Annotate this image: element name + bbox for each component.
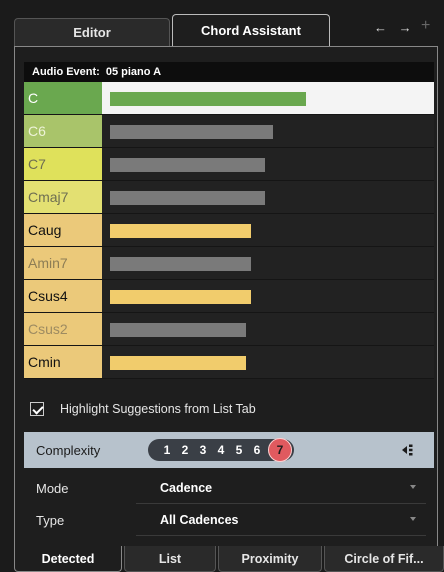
complexity-levels: 1234567 [148,438,294,462]
tab-editor[interactable]: Editor [14,18,170,46]
mode-label: Mode [36,480,69,496]
chord-strength-bar [110,290,251,304]
chord-strength-bar [110,158,265,172]
divider [136,535,426,536]
chord-bar-track[interactable] [102,148,434,180]
audio-event-header: Audio Event: 05 piano A [24,62,434,82]
chord-name[interactable]: C7 [24,148,102,180]
chord-name[interactable]: C6 [24,115,102,147]
chord-name[interactable]: Csus2 [24,313,102,345]
chord-strength-bar [110,191,265,205]
add-tab-icon[interactable]: + [421,17,430,35]
chord-strength-bar [110,323,246,337]
chord-row[interactable]: Cmaj7 [24,181,434,214]
bottom-tab-bar: Detected List Proximity Circle of Fif... [14,546,444,572]
tab-proximity[interactable]: Proximity [218,546,322,572]
nav-arrows-icon[interactable]: ← → [374,20,416,35]
chord-bar-track[interactable] [102,115,434,147]
audio-event-label: Audio Event: [32,66,100,78]
highlight-suggestions-option[interactable]: Highlight Suggestions from List Tab [30,402,256,416]
chord-strength-bar [110,125,273,139]
chord-bar-track[interactable] [102,313,434,345]
highlight-suggestions-checkbox[interactable] [30,402,44,416]
chord-row[interactable]: Csus2 [24,313,434,346]
audio-event-value: 05 piano A [105,66,162,78]
chord-row[interactable]: C7 [24,148,434,181]
chord-bar-track[interactable] [102,247,434,279]
type-select[interactable]: All Cadences [160,513,239,527]
complexity-level-1[interactable]: 1 [158,443,176,457]
complexity-level-2[interactable]: 2 [176,443,194,457]
chord-name[interactable]: Cmaj7 [24,181,102,213]
chord-name[interactable]: Amin7 [24,247,102,279]
chord-name[interactable]: Cmin [24,346,102,378]
chord-row[interactable]: Csus4 [24,280,434,313]
complexity-level-6[interactable]: 6 [248,443,266,457]
chord-row[interactable]: Amin7 [24,247,434,280]
top-tab-bar: Editor Chord Assistant ← → + [0,0,444,46]
mode-select[interactable]: Cadence [160,481,212,495]
chord-row[interactable]: Caug [24,214,434,247]
chord-name[interactable]: Csus4 [24,280,102,312]
mode-row[interactable]: Mode Cadence [24,473,434,503]
type-row[interactable]: Type All Cadences [24,505,434,535]
complexity-level-3[interactable]: 3 [194,443,212,457]
complexity-menu-icon[interactable] [400,442,416,458]
chord-strength-bar [110,92,306,106]
divider [136,503,426,504]
chord-name[interactable]: Caug [24,214,102,246]
chord-bar-track[interactable] [102,181,434,213]
chord-row[interactable]: C6 [24,115,434,148]
complexity-level-7[interactable]: 7 [268,438,292,462]
chord-list: C C6 C7 Cmaj7 Caug Amin7 Csus4 Csus2 Cmin [24,82,434,379]
complexity-level-5[interactable]: 5 [230,443,248,457]
chord-strength-bar [110,257,251,271]
chord-row[interactable]: Cmin [24,346,434,379]
tab-chord-assistant[interactable]: Chord Assistant [172,14,330,46]
chord-bar-track[interactable] [102,346,434,378]
type-label: Type [36,512,65,528]
chord-name[interactable]: C [24,82,102,114]
chord-bar-track[interactable] [102,214,434,246]
highlight-suggestions-label: Highlight Suggestions from List Tab [60,402,256,416]
complexity-level-4[interactable]: 4 [212,443,230,457]
chord-row[interactable]: C [24,82,434,115]
type-dropdown-icon[interactable] [410,517,416,521]
tab-circle-of-fifths[interactable]: Circle of Fif... [324,546,444,572]
chord-strength-bar [110,224,251,238]
tab-list[interactable]: List [124,546,216,572]
chord-bar-track[interactable] [102,280,434,312]
tab-detected[interactable]: Detected [14,546,122,572]
complexity-label: Complexity [36,442,101,458]
mode-dropdown-icon[interactable] [410,485,416,489]
chord-strength-bar [110,356,246,370]
chord-bar-track[interactable] [102,82,434,114]
complexity-bar: Complexity 1234567 [24,432,434,468]
